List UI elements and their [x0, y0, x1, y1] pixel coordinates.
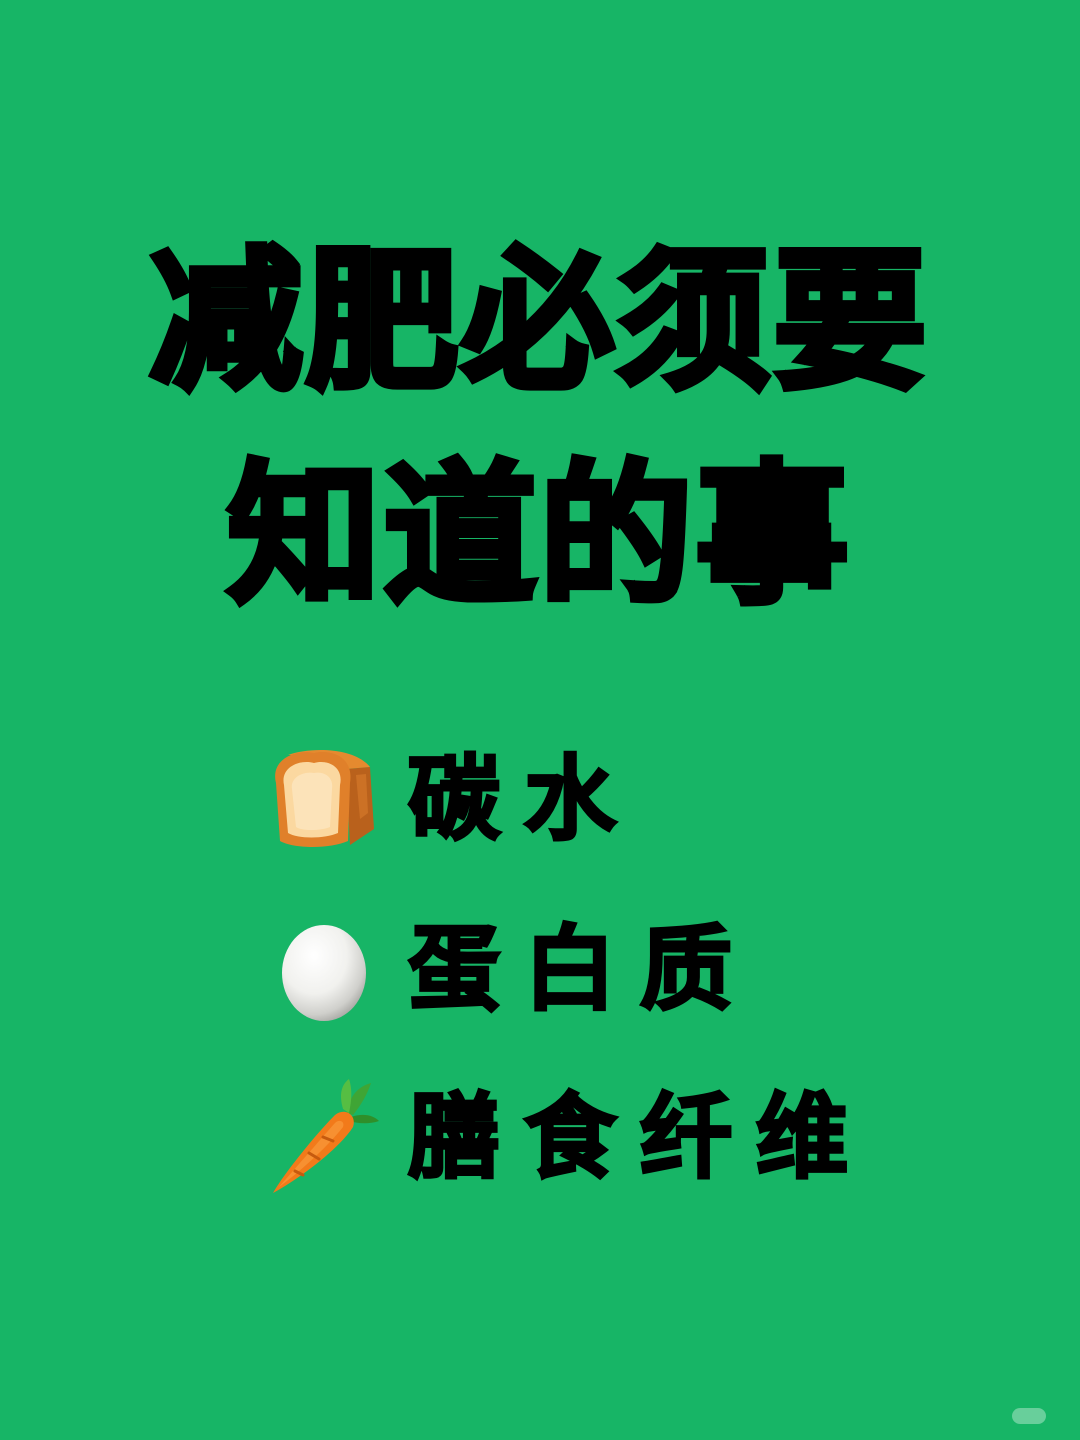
egg-icon	[268, 910, 380, 1030]
list-item-carbs: 碳水	[268, 740, 640, 860]
list-item-fiber: 膳食纤维	[268, 1078, 872, 1198]
page-title-line-1: 减肥必须要	[147, 233, 930, 410]
carrot-icon	[268, 1078, 380, 1198]
item-label-carbs: 碳水	[406, 746, 641, 853]
item-label-fiber: 膳食纤维	[406, 1084, 873, 1191]
watermark-badge	[1012, 1408, 1046, 1424]
list-item-protein: 蛋白质	[268, 910, 756, 1030]
page-title-line-2: 知道的事	[225, 447, 852, 624]
bread-icon	[268, 740, 380, 860]
item-label-protein: 蛋白质	[406, 916, 757, 1023]
